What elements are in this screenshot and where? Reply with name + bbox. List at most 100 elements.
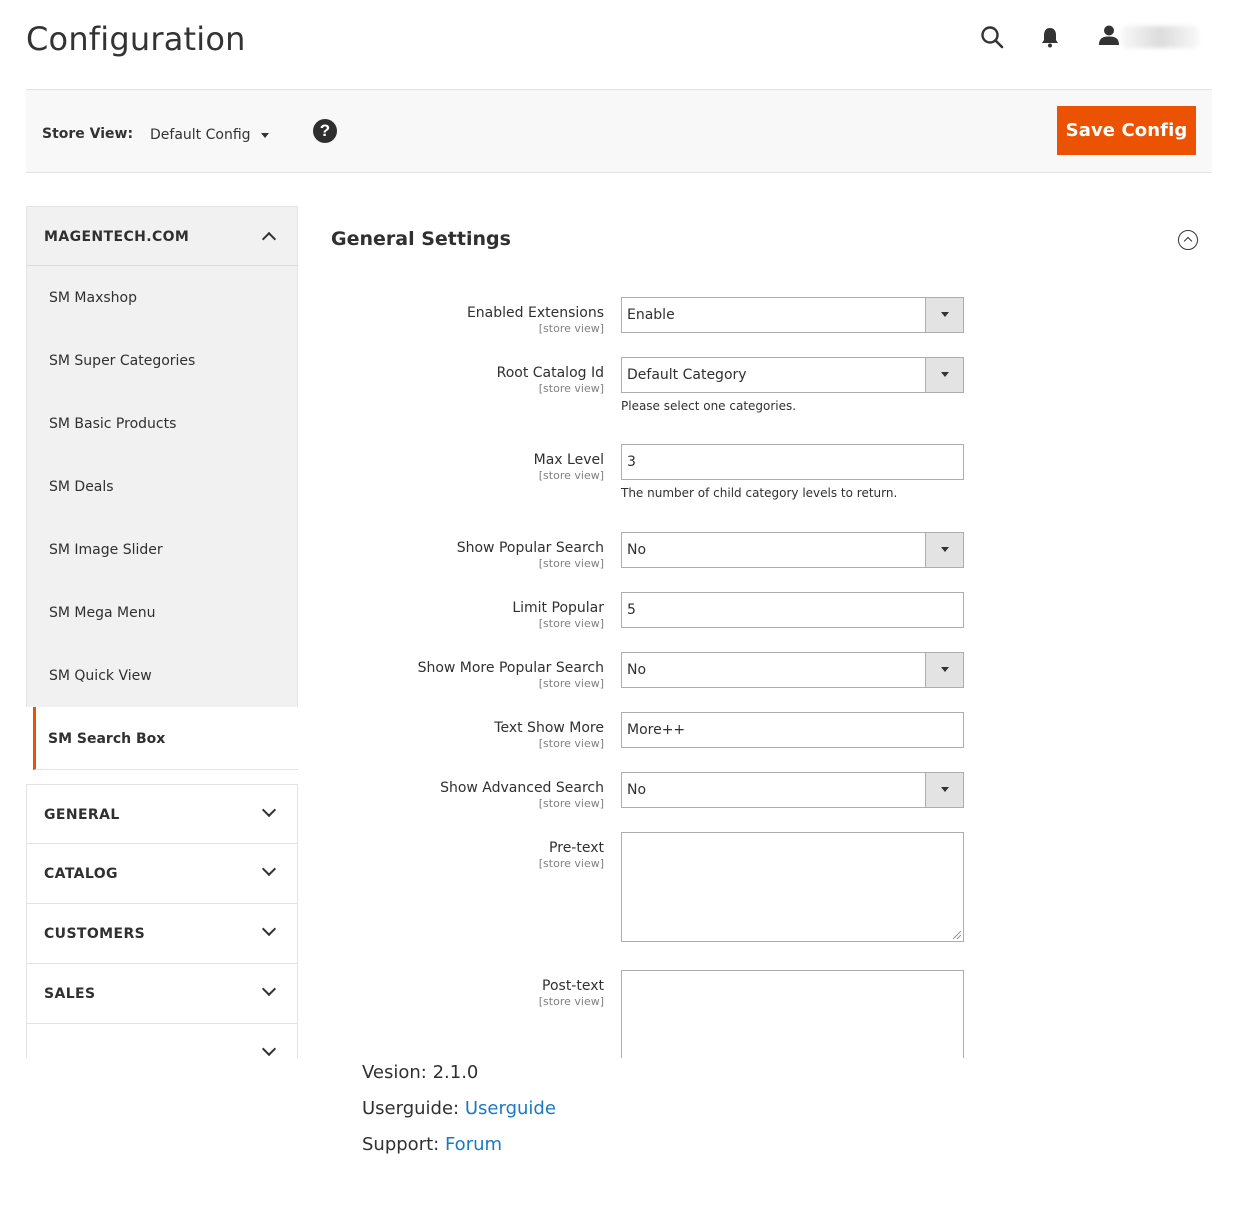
field-label-text: Show Popular Search — [456, 540, 604, 556]
sidebar-item-label: SM Quick View — [49, 668, 152, 684]
store-view-value: Default Config — [150, 127, 251, 143]
user-icon[interactable] — [1094, 20, 1124, 50]
sidebar-section-customers[interactable]: CUSTOMERS — [26, 904, 298, 964]
show-more-popular-search-select[interactable]: No — [621, 652, 964, 688]
chevron-down-icon — [261, 802, 277, 818]
sidebar-item-label: SM Super Categories — [49, 353, 196, 369]
select-arrow-icon — [925, 298, 963, 332]
config-sidebar: MAGENTECH.COM SM Maxshop SM Super Catego… — [26, 206, 298, 1058]
show-advanced-search-select[interactable]: No — [621, 772, 964, 808]
chevron-down-icon — [261, 921, 277, 937]
group-title: General Settings — [331, 228, 511, 250]
pre-text-textarea[interactable] — [621, 832, 964, 942]
scope-label: [store view] — [538, 557, 604, 570]
field-label-text: Show Advanced Search — [440, 780, 604, 796]
sidebar-section-catalog[interactable]: CATALOG — [26, 844, 298, 904]
forum-link[interactable]: Forum — [445, 1134, 502, 1155]
chevron-up-icon — [261, 231, 277, 247]
sidebar-item-sm-super-categories[interactable]: SM Super Categories — [27, 329, 297, 392]
extension-info: Vesion: 2.1.0 Userguide: Userguide Suppo… — [362, 1060, 556, 1168]
bell-icon[interactable] — [1035, 22, 1065, 52]
sidebar-section-label: CUSTOMERS — [44, 926, 146, 942]
field-label-text: Pre-text — [549, 840, 604, 856]
collapse-circle-icon[interactable] — [1178, 230, 1198, 250]
sidebar-item-label: SM Deals — [49, 479, 114, 495]
sidebar-section-magentech[interactable]: MAGENTECH.COM — [26, 206, 298, 266]
sidebar-item-label: SM Maxshop — [49, 290, 137, 306]
field-label-text: Max Level — [533, 452, 604, 468]
text-show-more-input[interactable]: More++ — [621, 712, 964, 748]
scope-label: [store view] — [538, 469, 604, 482]
caret-down-icon — [260, 132, 269, 138]
support-line: Support: Forum — [362, 1132, 556, 1168]
input-value: 3 — [627, 454, 636, 470]
field-label: Show Advanced Search [store view] — [440, 780, 604, 810]
userguide-line: Userguide: Userguide — [362, 1096, 556, 1132]
input-value: More++ — [627, 722, 686, 738]
select-arrow-icon — [925, 533, 963, 567]
field-label-text: Post-text — [542, 978, 604, 994]
chevron-down-icon — [261, 861, 277, 877]
scope-label: [store view] — [538, 995, 604, 1008]
input-value: 5 — [627, 602, 636, 618]
userguide-link[interactable]: Userguide — [465, 1098, 556, 1119]
store-view-switcher[interactable]: Default Config — [150, 127, 269, 143]
field-label: Limit Popular [store view] — [512, 600, 604, 630]
scope-label: [store view] — [538, 857, 604, 870]
sidebar-item-sm-image-slider[interactable]: SM Image Slider — [27, 518, 297, 581]
field-label-text: Limit Popular — [512, 600, 604, 616]
sidebar-section-label: MAGENTECH.COM — [44, 229, 190, 245]
config-main: General Settings Enabled Extensions [sto… — [298, 206, 1212, 1058]
field-label: Show More Popular Search [store view] — [418, 660, 604, 690]
root-catalog-select[interactable]: Default Category — [621, 357, 964, 393]
enabled-extensions-select[interactable]: Enable — [621, 297, 964, 333]
select-arrow-icon — [925, 358, 963, 392]
post-text-textarea[interactable] — [621, 970, 964, 1058]
sidebar-section-sales[interactable]: SALES — [26, 964, 298, 1024]
field-label: Post-text [store view] — [539, 978, 604, 1008]
field-note: The number of child category levels to r… — [621, 486, 898, 500]
store-view-label: Store View: — [42, 126, 134, 142]
field-label: Root Catalog Id [store view] — [497, 365, 604, 395]
sidebar-item-label: SM Mega Menu — [49, 605, 156, 621]
field-label-text: Text Show More — [494, 720, 604, 736]
resize-handle-icon[interactable] — [953, 931, 961, 939]
select-arrow-icon — [925, 773, 963, 807]
sidebar-item-sm-mega-menu[interactable]: SM Mega Menu — [27, 581, 297, 644]
username-blurred[interactable] — [1121, 26, 1199, 48]
show-popular-search-select[interactable]: No — [621, 532, 964, 568]
select-value: Enable — [627, 307, 675, 323]
field-label-text: Enabled Extensions — [466, 305, 604, 321]
scope-label: [store view] — [538, 617, 604, 630]
save-config-button[interactable]: Save Config — [1057, 106, 1196, 155]
max-level-input[interactable]: 3 — [621, 444, 964, 480]
field-label: Show Popular Search [store view] — [457, 540, 604, 570]
limit-popular-input[interactable]: 5 — [621, 592, 964, 628]
scope-label: [store view] — [538, 382, 604, 395]
field-note: Please select one categories. — [621, 399, 797, 413]
chevron-down-icon — [261, 1041, 277, 1057]
scope-label: [store view] — [538, 737, 604, 750]
sidebar-item-sm-search-box[interactable]: SM Search Box — [33, 707, 298, 770]
sidebar-item-sm-maxshop[interactable]: SM Maxshop — [27, 266, 297, 329]
chevron-down-icon — [261, 981, 277, 997]
field-label: Pre-text [store view] — [539, 840, 604, 870]
sidebar-item-label: SM Basic Products — [49, 416, 177, 432]
sidebar-section-label: CATALOG — [44, 866, 118, 882]
version-text: Vesion: 2.1.0 — [362, 1062, 479, 1083]
field-label-text: Show More Popular Search — [417, 660, 604, 676]
sidebar-item-sm-deals[interactable]: SM Deals — [27, 455, 297, 518]
sidebar-section-label: SALES — [44, 986, 96, 1002]
sidebar-sub-list: SM Maxshop SM Super Categories SM Basic … — [26, 266, 298, 707]
select-value: No — [627, 662, 647, 678]
sidebar-item-sm-basic-products[interactable]: SM Basic Products — [27, 392, 297, 455]
store-view-bar: Store View: Default Config ? Save Config — [26, 89, 1212, 173]
sidebar-section-more[interactable] — [26, 1024, 298, 1058]
sidebar-item-sm-quick-view[interactable]: SM Quick View — [27, 644, 297, 707]
select-arrow-icon — [925, 653, 963, 687]
field-label: Max Level [store view] — [534, 452, 604, 482]
search-icon[interactable] — [977, 22, 1007, 52]
field-label: Text Show More [store view] — [494, 720, 604, 750]
help-icon[interactable]: ? — [313, 119, 337, 143]
sidebar-section-general[interactable]: GENERAL — [26, 784, 298, 844]
